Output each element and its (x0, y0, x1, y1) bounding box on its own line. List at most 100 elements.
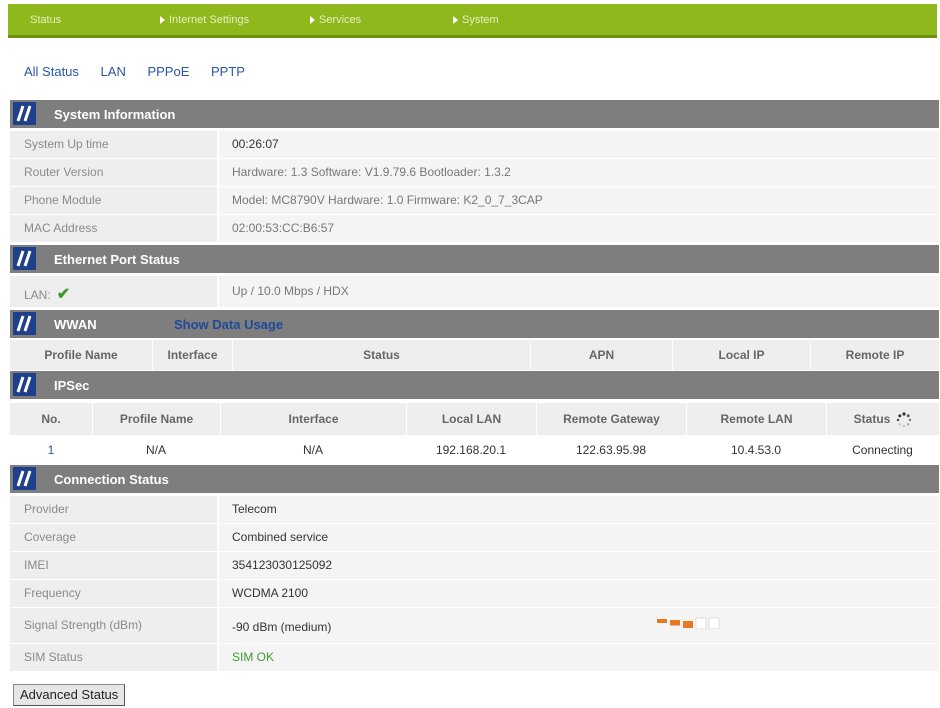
section-system-information: System Information (10, 100, 939, 128)
column-header: Status (232, 340, 530, 370)
check-icon: ✔ (56, 286, 71, 303)
wwan-table-header: Profile Name Interface Status APN Local … (10, 340, 939, 370)
nav-status-label: Status (30, 14, 62, 26)
column-header: Interface (220, 403, 406, 435)
column-header-status: Status (826, 403, 939, 435)
table-cell: Connecting (852, 443, 913, 457)
info-label: Frequency (10, 580, 217, 607)
column-header: Remote LAN (686, 403, 826, 435)
column-header: Interface (152, 340, 232, 370)
show-data-usage-link[interactable]: Show Data Usage (174, 317, 283, 332)
subnav-pptp[interactable]: PPTP (211, 64, 245, 79)
subnav-lan[interactable]: LAN (101, 64, 126, 79)
nav-internet-settings[interactable]: Internet Settings (160, 14, 249, 26)
top-nav-bar: Status Internet Settings Services System (8, 4, 937, 38)
info-value: WCDMA 2100 (219, 580, 939, 607)
info-value: Hardware: 1.3 Software: V1.9.79.6 Bootlo… (219, 159, 939, 186)
info-row: System Up time 00:26:07 (10, 131, 939, 159)
info-label: Provider (10, 496, 217, 523)
section-logo-icon (13, 102, 36, 125)
column-header: Remote Gateway (536, 403, 686, 435)
info-row: MAC Address 02:00:53:CC:B6:57 (10, 215, 939, 243)
nav-system-label: System (462, 14, 499, 26)
nav-status[interactable]: Status (30, 14, 61, 26)
info-value: -90 dBm (medium) (219, 608, 939, 643)
table-cell: 192.168.20.1 (435, 443, 507, 457)
info-label: System Up time (10, 131, 217, 158)
subnav-all-status[interactable]: All Status (24, 64, 79, 79)
info-value: Combined service (219, 524, 939, 551)
info-value: 00:26:07 (219, 131, 939, 158)
section-title: Ethernet Port Status (54, 252, 180, 267)
nav-services[interactable]: Services (310, 14, 361, 26)
table-cell: N/A (145, 443, 166, 457)
column-header: Local IP (672, 340, 810, 370)
section-ipsec: IPSec (10, 371, 939, 399)
info-label: Router Version (10, 159, 217, 186)
subnav-pppoe[interactable]: PPPoE (147, 64, 189, 79)
info-row: SIM Status SIM OK (10, 644, 939, 672)
column-header: Profile Name (92, 403, 220, 435)
signal-strength-meter (657, 617, 720, 629)
advanced-status-button[interactable]: Advanced Status (13, 684, 126, 706)
signal-bar-unlit (708, 617, 720, 629)
column-header: No. (41, 412, 61, 426)
nav-services-label: Services (319, 14, 362, 26)
signal-bar-unlit (695, 617, 707, 629)
info-row: Provider Telecom (10, 496, 939, 524)
table-cell: N/A (302, 443, 323, 457)
sim-status-value: SIM OK (219, 644, 939, 671)
section-logo-icon (13, 247, 36, 270)
section-logo-icon (13, 467, 36, 490)
info-label: Coverage (10, 524, 217, 551)
info-row: LAN: ✔ Up / 10.0 Mbps / HDX (10, 276, 939, 308)
section-wwan: WWAN Show Data Usage (10, 310, 939, 338)
info-row: IMEI 354123030125092 (10, 552, 939, 580)
info-row: Coverage Combined service (10, 524, 939, 552)
ipsec-table-header: No. Profile Name Interface Local LAN Rem… (10, 403, 939, 435)
arrow-right-icon (453, 16, 458, 25)
loading-spinner-icon (897, 412, 912, 427)
section-logo-icon (13, 373, 36, 396)
lan-label: LAN: (24, 288, 51, 302)
nav-internet-settings-label: Internet Settings (169, 14, 250, 26)
info-value: Telecom (219, 496, 939, 523)
info-value: Up / 10.0 Mbps / HDX (219, 276, 939, 307)
column-header: Local LAN (406, 403, 536, 435)
info-label: MAC Address (10, 215, 217, 242)
section-title: IPSec (54, 378, 90, 393)
table-row: 1 N/A N/A 192.168.20.1 122.63.95.98 10.4… (10, 437, 939, 463)
info-value: Model: MC8790V Hardware: 1.0 Firmware: K… (219, 187, 939, 214)
info-row: Signal Strength (dBm) -90 dBm (medium) (10, 608, 939, 644)
info-row: Frequency WCDMA 2100 (10, 580, 939, 608)
info-label: SIM Status (10, 644, 217, 671)
info-row: Phone Module Model: MC8790V Hardware: 1.… (10, 187, 939, 215)
signal-bar-lit (683, 621, 693, 628)
info-label: LAN: ✔ (10, 276, 217, 307)
info-value: 02:00:53:CC:B6:57 (219, 215, 939, 242)
info-label: IMEI (10, 552, 217, 579)
table-cell: 10.4.53.0 (730, 443, 782, 457)
info-label: Signal Strength (dBm) (10, 608, 217, 643)
signal-strength-text: -90 dBm (medium) (232, 620, 332, 634)
ipsec-profile-link[interactable]: 1 (10, 437, 92, 463)
table-cell: 122.63.95.98 (575, 443, 647, 457)
sub-nav: All Status LAN PPPoE PPTP (24, 64, 263, 79)
signal-bar-lit (657, 619, 667, 623)
info-value: 354123030125092 (219, 552, 939, 579)
section-connection-status: Connection Status (10, 465, 939, 493)
column-header: APN (530, 340, 672, 370)
section-ethernet-port-status: Ethernet Port Status (10, 245, 939, 273)
column-header: Remote IP (810, 340, 939, 370)
arrow-right-icon (160, 16, 165, 25)
section-title: Connection Status (54, 472, 169, 487)
info-row: Router Version Hardware: 1.3 Software: V… (10, 159, 939, 187)
section-title: System Information (54, 107, 176, 122)
column-header: Status (853, 412, 891, 426)
section-title: WWAN (54, 317, 97, 332)
section-logo-icon (13, 312, 36, 335)
signal-bar-lit (670, 620, 680, 626)
arrow-right-icon (310, 16, 315, 25)
info-label: Phone Module (10, 187, 217, 214)
nav-system[interactable]: System (453, 14, 499, 26)
